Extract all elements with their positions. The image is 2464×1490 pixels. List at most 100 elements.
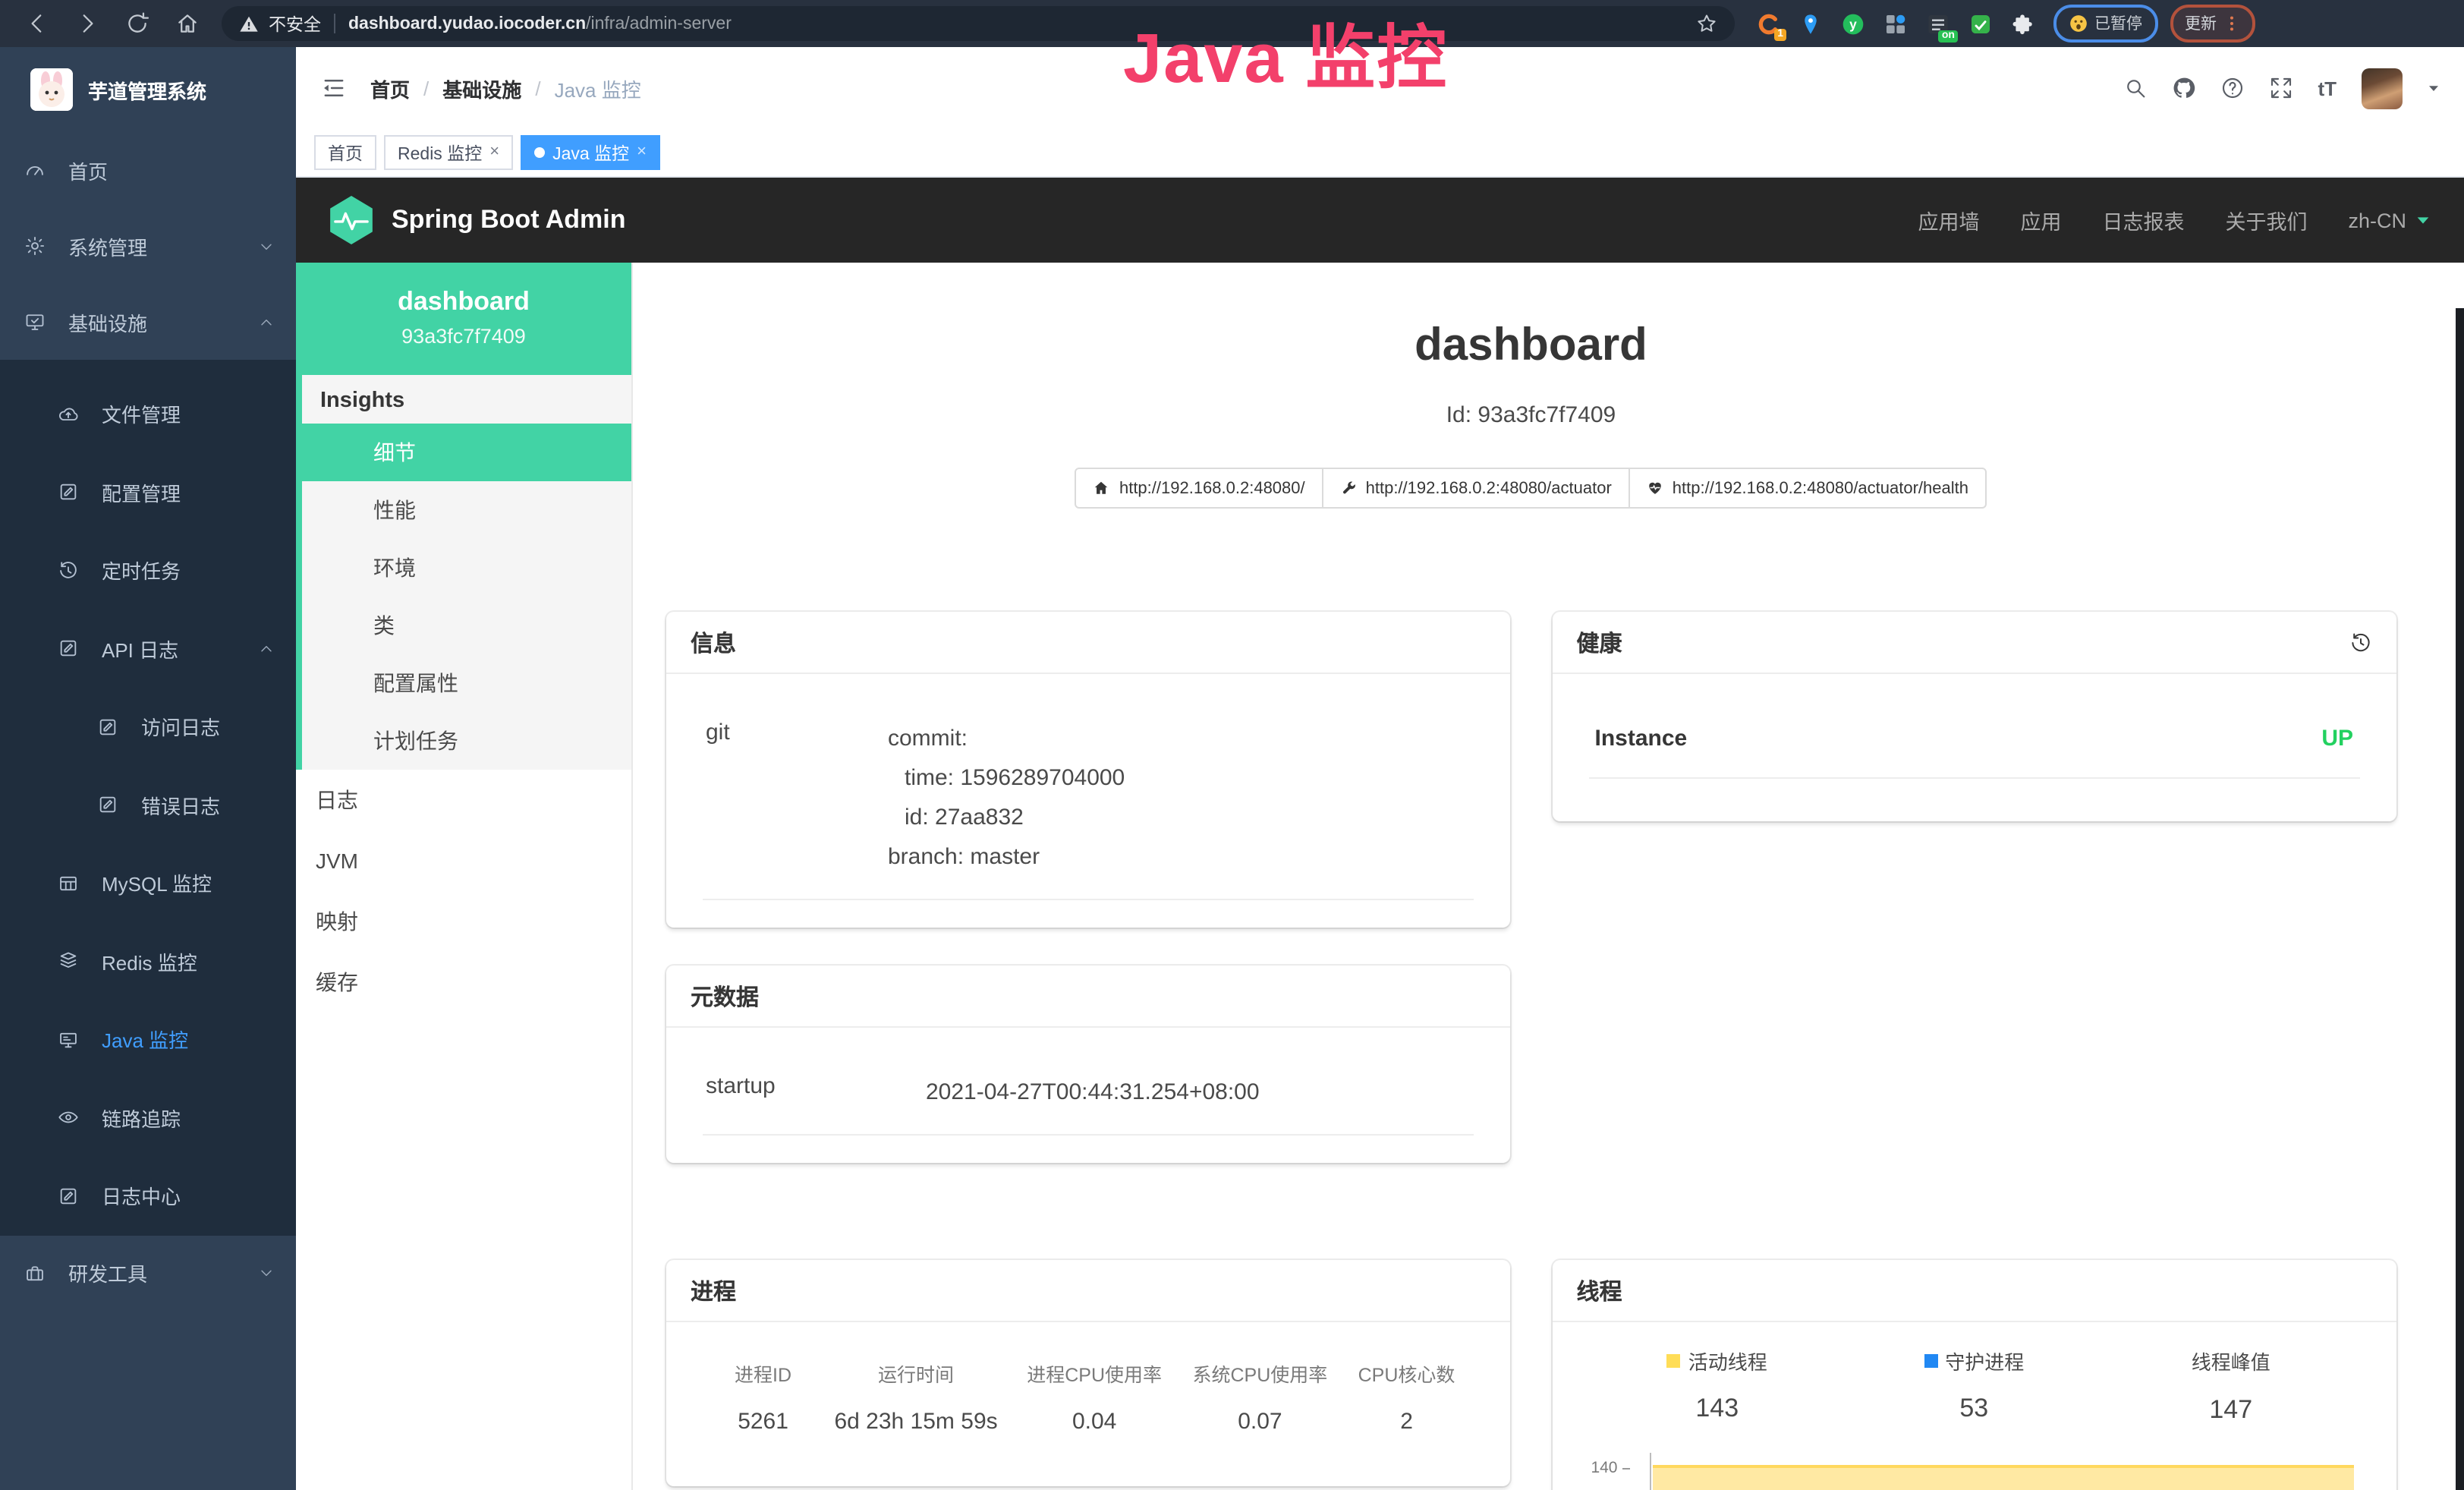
sidebar-item-java[interactable]: Java 监控 <box>0 1000 296 1079</box>
sba-item-beans[interactable]: 类 <box>302 597 631 654</box>
user-avatar[interactable] <box>2361 68 2402 109</box>
service-url-button[interactable]: http://192.168.0.2:48080/ <box>1075 468 1323 509</box>
sba-item-mappings[interactable]: 映射 <box>296 891 631 952</box>
sidebar-item-access-log[interactable]: 访问日志 <box>0 688 296 766</box>
sidebar-item-infra[interactable]: 基础设施 <box>0 284 296 360</box>
extension-green-icon[interactable] <box>1968 11 1993 36</box>
sba-body: dashboard 93a3fc7f7409 Insights 细节 性能 环境… <box>296 263 2464 1490</box>
breadcrumb-separator: / <box>535 77 540 99</box>
chrome-update-button[interactable]: 更新 <box>2170 5 2255 43</box>
browser-back-icon[interactable] <box>24 11 50 36</box>
actuator-url-button[interactable]: http://192.168.0.2:48080/actuator <box>1322 468 1630 509</box>
sba-link-about[interactable]: 关于我们 <box>2225 205 2307 235</box>
sba-link-applications[interactable]: 应用 <box>2020 205 2061 235</box>
admin-sidebar: 芋道管理系统 首页 系统管理 基础设施 <box>0 47 296 1490</box>
sba-item-logfile[interactable]: 日志 <box>296 770 631 830</box>
browser-reload-icon[interactable] <box>124 11 150 36</box>
breadcrumb-home[interactable]: 首页 <box>370 74 410 102</box>
github-icon[interactable] <box>2172 76 2196 100</box>
close-icon[interactable]: × <box>489 144 499 161</box>
screen: 不安全 dashboard.yudao.iocoder.cn/infra/adm… <box>0 0 2464 1490</box>
extension-pin-icon[interactable] <box>1798 11 1823 36</box>
threads-card: 线程 活动线程 143 守护进程 <box>1553 1260 2396 1490</box>
extension-on-badge: on <box>1939 30 1958 42</box>
fullscreen-icon[interactable] <box>2269 76 2293 100</box>
threads-legend: 活动线程 143 守护进程 53 线程峰值 <box>1589 1347 2360 1425</box>
page-url: dashboard.yudao.iocoder.cn/infra/admin-s… <box>348 14 732 33</box>
eye-icon <box>58 1107 79 1129</box>
browser-extensions: 1 y on <box>1756 11 2035 36</box>
browser-home-icon[interactable] <box>175 11 200 36</box>
sba-item-metrics[interactable]: 性能 <box>302 481 631 539</box>
history-icon[interactable] <box>2349 631 2371 654</box>
breadcrumb-infra[interactable]: 基础设施 <box>442 74 521 102</box>
gear-icon <box>24 235 46 257</box>
metadata-card-body: startup 2021-04-27T00:44:31.254+08:00 <box>666 1028 1510 1163</box>
tag-home[interactable]: 首页 <box>314 135 376 170</box>
sidebar-item-trace[interactable]: 链路追踪 <box>0 1079 296 1157</box>
sidebar-item-api-log[interactable]: API 日志 <box>0 610 296 688</box>
bookmark-star-icon[interactable] <box>1695 12 1718 35</box>
sba-language-select[interactable]: zh-CN <box>2348 209 2431 232</box>
sba-item-configprops[interactable]: 配置属性 <box>302 654 631 712</box>
sba-brand[interactable]: Spring Boot Admin <box>329 196 626 244</box>
font-size-icon[interactable]: tT <box>2318 77 2337 99</box>
sba-instance-header: dashboard 93a3fc7f7409 <box>296 263 631 375</box>
sba-item-jvm[interactable]: JVM <box>296 830 631 891</box>
sidebar-item-log-center[interactable]: 日志中心 <box>0 1157 296 1235</box>
admin-app: 芋道管理系统 首页 系统管理 基础设施 <box>0 47 2464 1490</box>
column-header: 进程CPU使用率 <box>1012 1359 1177 1388</box>
admin-main: 首页 / 基础设施 / Java 监控 tT 首页 <box>296 47 2464 1490</box>
health-instance-label: Instance <box>1595 726 1688 751</box>
address-bar[interactable]: 不安全 dashboard.yudao.iocoder.cn/infra/adm… <box>222 6 1735 41</box>
tag-java[interactable]: Java 监控× <box>521 135 660 170</box>
extension-y-icon[interactable]: y <box>1841 11 1865 36</box>
sidebar-item-error-log[interactable]: 错误日志 <box>0 766 296 844</box>
extension-puzzle-icon[interactable] <box>2011 11 2035 36</box>
cell-process-cpu: 0.04 <box>1012 1409 1177 1435</box>
browser-forward-icon[interactable] <box>74 11 100 36</box>
app-header: 首页 / 基础设施 / Java 监控 tT <box>296 47 2464 129</box>
extension-grid-icon[interactable] <box>1883 11 1908 36</box>
cell-cpu-cores: 2 <box>1343 1409 1471 1435</box>
sba-sidebar: dashboard 93a3fc7f7409 Insights 细节 性能 环境… <box>296 263 633 1490</box>
sba-content: dashboard Id: 93a3fc7f7409 http://192.16… <box>633 263 2464 1490</box>
column-header: 进程ID <box>706 1359 820 1388</box>
avatar-caret-down-icon[interactable] <box>2426 81 2440 95</box>
sidebar-item-home[interactable]: 首页 <box>0 132 296 208</box>
health-card-body: Instance UP <box>1553 674 2396 821</box>
close-icon[interactable]: × <box>637 144 647 161</box>
breadcrumb-separator: / <box>423 77 429 99</box>
cell-system-cpu: 0.07 <box>1177 1409 1342 1435</box>
health-card-header: 健康 <box>1553 612 2396 674</box>
sba-item-details[interactable]: 细节 <box>296 424 631 481</box>
sidebar-item-mysql[interactable]: MySQL 监控 <box>0 844 296 922</box>
table-row: startup 2021-04-27T00:44:31.254+08:00 <box>703 1055 1474 1136</box>
sidebar-item-job[interactable]: 定时任务 <box>0 531 296 610</box>
sba-item-scheduledtasks[interactable]: 计划任务 <box>302 712 631 770</box>
tag-redis[interactable]: Redis 监控× <box>384 135 513 170</box>
extension-colorzilla-icon[interactable]: 1 <box>1756 11 1780 36</box>
column-header: 运行时间 <box>820 1359 1012 1388</box>
help-icon[interactable] <box>2220 76 2245 100</box>
health-url-button[interactable]: http://192.168.0.2:48080/actuator/health <box>1629 468 1987 509</box>
extension-list-icon[interactable]: on <box>1926 11 1950 36</box>
sba-instance-id: 93a3fc7f7409 <box>296 325 631 348</box>
sba-item-environment[interactable]: 环境 <box>302 539 631 597</box>
sba-item-caches[interactable]: 缓存 <box>296 952 631 1013</box>
sidebar-fold-icon[interactable] <box>320 74 348 102</box>
search-icon[interactable] <box>2123 76 2148 100</box>
process-card-body: 进程ID 运行时间 进程CPU使用率 系统CPU使用率 CPU核心数 5261 … <box>666 1322 1510 1486</box>
sidebar-item-dev-tools[interactable]: 研发工具 <box>0 1235 296 1311</box>
sidebar-item-redis[interactable]: Redis 监控 <box>0 922 296 1000</box>
instance-title: dashboard <box>666 320 2396 372</box>
sidebar-item-config[interactable]: 配置管理 <box>0 453 296 531</box>
page-scrollbar[interactable] <box>2455 308 2464 1490</box>
sidebar-item-file[interactable]: 文件管理 <box>0 375 296 453</box>
profile-paused-chip[interactable]: 已暂停 <box>2053 5 2157 43</box>
sidebar-item-system[interactable]: 系统管理 <box>0 208 296 284</box>
sba-link-wall[interactable]: 应用墙 <box>1918 205 1979 235</box>
app-logo-row[interactable]: 芋道管理系统 <box>0 47 296 132</box>
sba-link-journal[interactable]: 日志报表 <box>2102 205 2184 235</box>
admin-menu: 首页 系统管理 基础设施 文件管理 <box>0 132 296 1490</box>
